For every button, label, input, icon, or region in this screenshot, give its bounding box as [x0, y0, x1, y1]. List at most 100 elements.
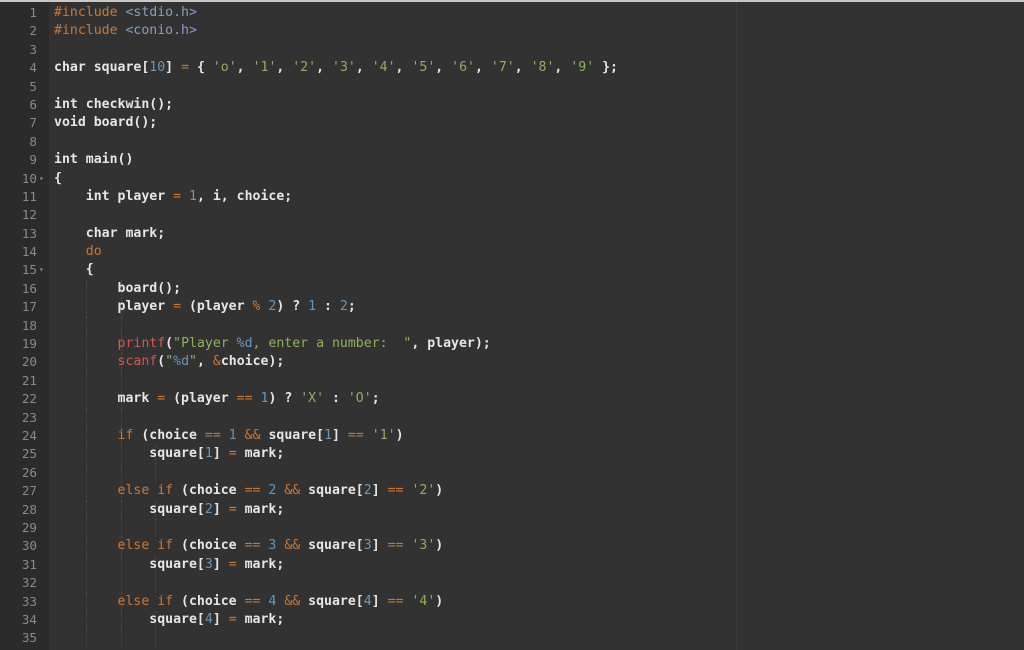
- code-line[interactable]: 20 scanf("%d", &choice);: [0, 353, 1024, 372]
- token-kw: do: [85, 244, 102, 260]
- code-line[interactable]: 13 char mark;: [0, 225, 1024, 243]
- code-text: char square[10] = { 'o', '1', '2', '3', …: [54, 59, 618, 77]
- line-number: 33: [21, 593, 37, 609]
- code-line[interactable]: 5: [0, 78, 1024, 96]
- token-pl: (: [165, 336, 174, 352]
- line-number: 4: [29, 60, 37, 76]
- code-text: int player = 1, i, choice;: [54, 188, 292, 206]
- token-pl: ,: [355, 60, 372, 76]
- line-number: 28: [21, 501, 37, 517]
- indent-guide: [86, 316, 87, 336]
- code-line[interactable]: 10 ▾ {: [0, 170, 1024, 188]
- code-line[interactable]: 33 else if (choice == 4 && square[4] == …: [0, 592, 1024, 611]
- token-str: '6': [451, 60, 475, 76]
- line-number: 31: [21, 556, 37, 572]
- code-line[interactable]: 22 mark = (player == 1) ? 'X' : 'O';: [0, 390, 1024, 409]
- code-text: #include <conio.h>: [54, 22, 197, 40]
- token-op: =: [181, 60, 190, 76]
- indent-guide: [86, 518, 87, 538]
- code-text: scanf("%d", &choice);: [54, 353, 285, 371]
- token-str: '4': [411, 593, 436, 609]
- indent-guide: [121, 463, 122, 483]
- code-line[interactable]: 12: [0, 206, 1024, 224]
- code-line[interactable]: 30 else if (choice == 3 && square[3] == …: [0, 537, 1024, 556]
- token-pl: (choice: [173, 593, 245, 609]
- code-line[interactable]: 11 int player = 1, i, choice;: [0, 188, 1024, 206]
- token-pl: , player);: [411, 336, 491, 352]
- code-line[interactable]: 18: [0, 316, 1024, 336]
- token-pl: square[: [54, 446, 205, 462]
- code-line[interactable]: 28 square[2] = mark;: [0, 500, 1024, 519]
- code-line[interactable]: 21: [0, 371, 1024, 391]
- code-line[interactable]: 17 player = (player % 2) ? 1 : 2;: [0, 298, 1024, 317]
- token-op: =: [228, 556, 237, 572]
- code-line[interactable]: 25 square[1] = mark;: [0, 445, 1024, 464]
- line-number: 11: [21, 188, 37, 204]
- indent-guide: [155, 518, 156, 538]
- code-line[interactable]: 19 printf("Player %d, enter a number: ",…: [0, 335, 1024, 354]
- token-pl: (player: [181, 299, 253, 315]
- token-num: 1: [324, 427, 333, 443]
- indent-guide: [121, 316, 122, 336]
- code-line[interactable]: 29: [0, 518, 1024, 538]
- code-line[interactable]: 26: [0, 463, 1024, 483]
- token-num: 1: [308, 299, 317, 315]
- token-pl: ): [395, 427, 404, 443]
- code-line[interactable]: 8: [0, 133, 1024, 151]
- code-line[interactable]: 6 int checkwin();: [0, 96, 1024, 114]
- code-line[interactable]: 2 #include <conio.h>: [0, 22, 1024, 40]
- token-pl: ,: [435, 60, 452, 76]
- code-line[interactable]: 34 square[4] = mark;: [0, 610, 1024, 630]
- token-str: '3': [332, 60, 356, 76]
- code-text: square[2] = mark;: [54, 501, 284, 519]
- line-number: 6: [29, 96, 37, 112]
- code-line[interactable]: 9 int main(): [0, 151, 1024, 169]
- code-text: char mark;: [54, 225, 165, 243]
- code-line[interactable]: 27 else if (choice == 2 && square[2] == …: [0, 482, 1024, 501]
- line-number: 22: [21, 391, 37, 407]
- code-editor[interactable]: 1 #include <stdio.h> 2 #include <conio.h> 3 4…: [0, 0, 1024, 650]
- code-text: player = (player % 2) ? 1 : 2;: [54, 298, 356, 316]
- code-line[interactable]: 16 board();: [0, 279, 1024, 299]
- token-pl: ]: [212, 556, 229, 572]
- fold-toggle-icon[interactable]: ▾: [39, 261, 44, 279]
- line-number: 34: [21, 611, 37, 627]
- indent-guide: [121, 518, 122, 538]
- code-lines[interactable]: 1 #include <stdio.h> 2 #include <conio.h> 3 4…: [0, 4, 1024, 648]
- code-text: #include <stdio.h>: [54, 4, 197, 22]
- line-number: 18: [21, 317, 37, 333]
- token-inc: <conio.h>: [125, 23, 197, 39]
- line-number: 26: [21, 464, 37, 480]
- token-op: &&: [284, 483, 301, 499]
- code-line[interactable]: 32: [0, 574, 1024, 593]
- line-number: 12: [21, 207, 37, 223]
- token-str: 'X': [300, 391, 325, 407]
- code-line[interactable]: 24 if (choice == 1 && square[1] == '1'): [0, 426, 1024, 446]
- token-str: , enter a number: ": [252, 336, 412, 352]
- token-pl: square[: [300, 483, 364, 499]
- token-pl: };: [594, 60, 618, 76]
- line-number: 17: [21, 299, 37, 315]
- code-text: {: [54, 261, 94, 279]
- code-line[interactable]: 4 char square[10] = { 'o', '1', '2', '3',…: [0, 59, 1024, 77]
- code-line[interactable]: 7 void board();: [0, 114, 1024, 132]
- code-line[interactable]: 35: [0, 629, 1024, 648]
- code-line[interactable]: 14 do: [0, 243, 1024, 261]
- code-line[interactable]: 31 square[3] = mark;: [0, 555, 1024, 575]
- code-line[interactable]: 15 ▾ {: [0, 261, 1024, 279]
- indent-guide: [121, 371, 122, 391]
- token-pl: (choice: [133, 427, 205, 443]
- code-line[interactable]: 23: [0, 408, 1024, 427]
- line-number: 14: [21, 244, 37, 260]
- code-line[interactable]: 1 #include <stdio.h>: [0, 4, 1024, 22]
- token-pre: #include: [54, 5, 118, 20]
- token-pl: {: [54, 262, 94, 278]
- fold-toggle-icon[interactable]: ▾: [39, 170, 44, 188]
- token-pl: ,: [196, 354, 213, 370]
- line-number: 3: [29, 41, 37, 57]
- line-number: 21: [21, 372, 37, 388]
- code-line[interactable]: 3: [0, 41, 1024, 59]
